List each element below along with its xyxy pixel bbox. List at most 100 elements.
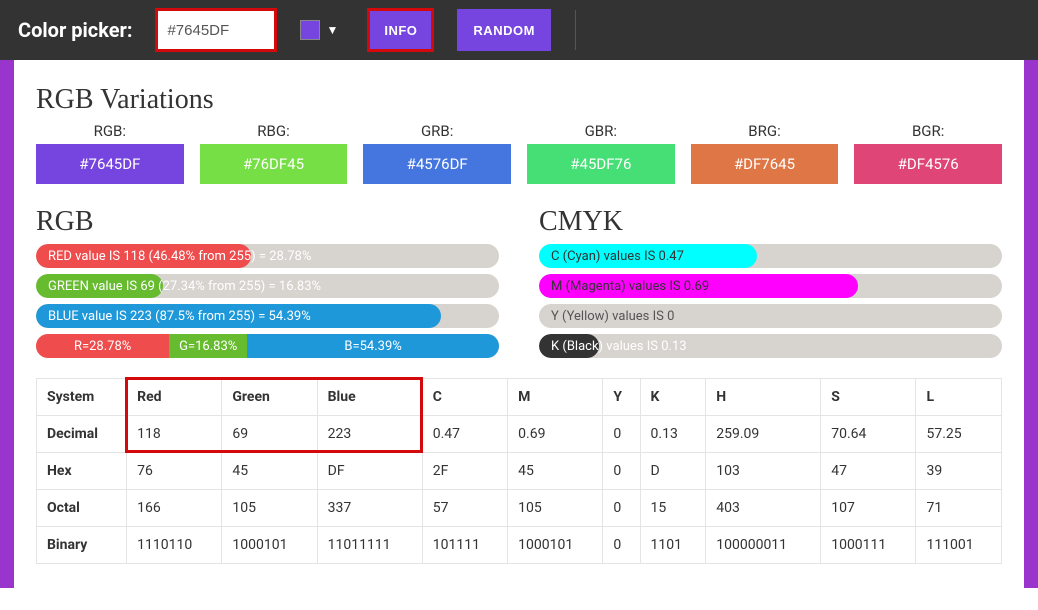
table-cell: 2F: [422, 453, 507, 490]
table-header: C: [422, 379, 507, 416]
table-cell: 1000101: [222, 527, 317, 564]
table-cell: 45: [508, 453, 603, 490]
rgb-section: RGB RED value IS 118 (46.48% from 255) =…: [36, 198, 499, 368]
variation-label: BRG:: [691, 122, 839, 140]
rgb-bar-fill: RED value IS 118 (46.48% from 255) = 28.…: [36, 244, 251, 268]
variation-label: RBG:: [200, 122, 348, 140]
table-cell: 57: [422, 490, 507, 527]
variations-grid: RGB: #7645DF RBG: #76DF45 GRB: #4576DF GBR: #45…: [36, 122, 1002, 184]
variation-label: BGR:: [854, 122, 1002, 140]
rgb-bar-fill: BLUE value IS 223 (87.5% from 255) = 54.…: [36, 304, 441, 328]
cmyk-section: CMYK C (Cyan) values IS 0.47 M (Magenta) …: [539, 198, 1002, 368]
table-header: H: [706, 379, 821, 416]
variation-label: GRB:: [363, 122, 511, 140]
variation-label: GBR:: [527, 122, 675, 140]
table-cell: 103: [706, 453, 821, 490]
table-row: Hex7645DF2F450D1034739: [37, 453, 1002, 490]
cmyk-bar-fill: C (Cyan) values IS 0.47: [539, 244, 757, 268]
cmyk-bar: C (Cyan) values IS 0.47: [539, 244, 1002, 268]
table-cell: D: [640, 453, 706, 490]
topbar: Color picker: ▼ INFO RANDOM: [0, 0, 1038, 60]
table-cell: 0.13: [640, 416, 706, 453]
table-row: Binary1110110100010111011111101111100010…: [37, 527, 1002, 564]
table-cell: 166: [127, 490, 222, 527]
table-cell: 337: [317, 490, 422, 527]
table-cell: 45: [222, 453, 317, 490]
variation-label: RGB:: [36, 122, 184, 140]
hex-input[interactable]: [156, 9, 276, 51]
table-cell: 11011111: [317, 527, 422, 564]
variation: RGB: #7645DF: [36, 122, 184, 184]
side-accent-right: [1024, 60, 1038, 588]
table-cell: 39: [916, 453, 1002, 490]
rgb-heading: RGB: [36, 206, 499, 238]
table-header: L: [916, 379, 1002, 416]
table-cell: 70.64: [821, 416, 916, 453]
variation: RBG: #76DF45: [200, 122, 348, 184]
table-cell: 101111: [422, 527, 507, 564]
variation-chip[interactable]: #45DF76: [527, 144, 675, 184]
table-header: K: [640, 379, 706, 416]
cmyk-bar: M (Magenta) values IS 0.69: [539, 274, 1002, 298]
rgb-segment: G=16.83%: [169, 334, 247, 358]
cmyk-bar-fill: M (Magenta) values IS 0.69: [539, 274, 858, 298]
info-button[interactable]: INFO: [368, 9, 433, 51]
rgb-split-bar: R=28.78%G=16.83%B=54.39%: [36, 334, 499, 358]
table-cell: 118: [127, 416, 222, 453]
table-cell: 0: [603, 416, 640, 453]
random-button[interactable]: RANDOM: [457, 9, 551, 51]
rgb-segment: B=54.39%: [247, 334, 499, 358]
cmyk-bar: Y (Yellow) values IS 0: [539, 304, 1002, 328]
table-cell: 0: [603, 490, 640, 527]
row-name: Decimal: [37, 416, 127, 453]
variation-chip[interactable]: #DF4576: [854, 144, 1002, 184]
table-cell: 105: [222, 490, 317, 527]
chevron-down-icon: ▼: [320, 24, 344, 36]
row-name: Binary: [37, 527, 127, 564]
table-cell: 0.47: [422, 416, 507, 453]
table-cell: 0: [603, 527, 640, 564]
rgb-segment: R=28.78%: [36, 334, 169, 358]
table-cell: 1000111: [821, 527, 916, 564]
cmyk-bar-fill: K (Black) values IS 0.13: [539, 334, 599, 358]
variation: GBR: #45DF76: [527, 122, 675, 184]
table-cell: 107: [821, 490, 916, 527]
table-cell: 0: [603, 453, 640, 490]
table-cell: 403: [706, 490, 821, 527]
table-cell: 47: [821, 453, 916, 490]
row-name: Hex: [37, 453, 127, 490]
table-header: S: [821, 379, 916, 416]
side-accent-left: [0, 60, 14, 588]
variation-chip[interactable]: #7645DF: [36, 144, 184, 184]
variation-chip[interactable]: #DF7645: [691, 144, 839, 184]
variation: BGR: #DF4576: [854, 122, 1002, 184]
color-swatch: [300, 20, 320, 40]
system-table: SystemRedGreenBlueCMYKHSLDecimal11869223…: [36, 378, 1002, 564]
table-cell: 1000101: [508, 527, 603, 564]
variation-chip[interactable]: #76DF45: [200, 144, 348, 184]
table-cell: 105: [508, 490, 603, 527]
swatch-dropdown[interactable]: ▼: [300, 20, 344, 40]
table-header: Blue: [317, 379, 422, 416]
variation: BRG: #DF7645: [691, 122, 839, 184]
table-cell: 223: [317, 416, 422, 453]
rgb-bar: GREEN value IS 69 (27.34% from 255) = 16…: [36, 274, 499, 298]
table-header: Y: [603, 379, 640, 416]
cmyk-bar-text: Y (Yellow) values IS 0: [551, 304, 674, 328]
rgb-bar: RED value IS 118 (46.48% from 255) = 28.…: [36, 244, 499, 268]
table-cell: 76: [127, 453, 222, 490]
variation-chip[interactable]: #4576DF: [363, 144, 511, 184]
table-cell: 1101: [640, 527, 706, 564]
rgb-bar: BLUE value IS 223 (87.5% from 255) = 54.…: [36, 304, 499, 328]
table-cell: 111001: [916, 527, 1002, 564]
table-cell: DF: [317, 453, 422, 490]
cmyk-heading: CMYK: [539, 206, 1002, 238]
table-cell: 259.09: [706, 416, 821, 453]
table-row: Decimal118692230.470.6900.13259.0970.645…: [37, 416, 1002, 453]
rgb-bar-fill: GREEN value IS 69 (27.34% from 255) = 16…: [36, 274, 163, 298]
table-cell: 71: [916, 490, 1002, 527]
cmyk-bar: K (Black) values IS 0.13: [539, 334, 1002, 358]
divider: [575, 10, 576, 50]
table-row: Octal1661053375710501540310771: [37, 490, 1002, 527]
table-cell: 100000011: [706, 527, 821, 564]
